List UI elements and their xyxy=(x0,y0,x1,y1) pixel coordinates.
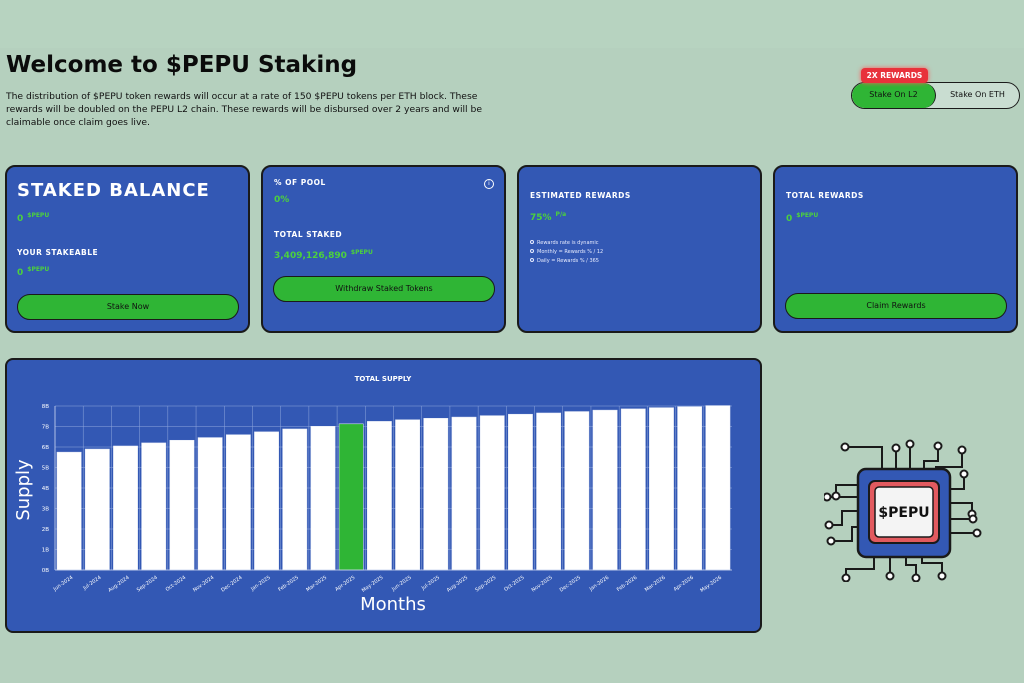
note-item: Rewards rate is dynamic xyxy=(530,239,603,248)
y-tick-label: 3B xyxy=(42,507,49,513)
bar xyxy=(536,412,562,571)
x-tick-label: May-2025 xyxy=(361,575,385,594)
y-tick-label: 2B xyxy=(42,527,49,533)
total-rewards-value: 0 $PEPU xyxy=(786,212,819,224)
bar xyxy=(705,405,731,571)
pool-percent-label: % OF POOL xyxy=(274,178,326,187)
bar xyxy=(141,442,167,571)
x-tick-label: Jul-2025 xyxy=(420,575,441,592)
bar xyxy=(479,415,505,571)
x-tick-label: Feb-2026 xyxy=(616,575,639,593)
staked-balance-title: STAKED BALANCE xyxy=(17,180,210,201)
stake-now-button[interactable]: Stake Now xyxy=(17,294,239,320)
stakeable-value: 0 $PEPU xyxy=(17,266,50,278)
x-tick-label: Sep-2024 xyxy=(136,575,159,594)
stake-on-eth-tab[interactable]: Stake On ETH xyxy=(936,83,1019,108)
chart-title: TOTAL SUPPLY xyxy=(355,375,413,383)
rewards-notes: Rewards rate is dynamic Monthly = Reward… xyxy=(530,239,603,266)
y-tick-label: 4B xyxy=(42,486,49,492)
pool-percent-value: 0% xyxy=(274,195,290,205)
y-tick-label: 8B xyxy=(42,404,49,410)
bar xyxy=(451,416,477,571)
stakeable-label: YOUR STAKEABLE xyxy=(17,248,99,257)
total-staked-label: TOTAL STAKED xyxy=(274,230,343,239)
x-tick-label: Jun-2025 xyxy=(390,575,413,593)
estimated-rewards-value: 75% P/a xyxy=(530,211,567,223)
stake-on-l2-tab[interactable]: Stake On L2 xyxy=(852,83,936,108)
total-supply-chart-card: TOTAL SUPPLY 0B 1B 2B 3B 4B 5B 6B 7B 8B Jun-2024 Ju… xyxy=(5,358,762,633)
estimated-rewards-card: ESTIMATED REWARDS 75% P/a Rewards rate is… xyxy=(517,165,762,333)
x-tick-label: Apr-2025 xyxy=(334,575,356,593)
bar xyxy=(338,423,364,571)
pool-card: % OF POOL i 0% TOTAL STAKED 3,409,126,89… xyxy=(261,165,506,333)
page-description: The distribution of $PEPU token rewards … xyxy=(6,91,483,128)
bar xyxy=(225,434,251,571)
bullet-icon xyxy=(530,249,534,253)
bar xyxy=(169,439,195,571)
rewards-badge: 2X REWARDS xyxy=(861,68,928,83)
note-item: Monthly = Rewards % / 12 xyxy=(530,248,603,257)
x-tick-label: Nov-2025 xyxy=(531,575,554,594)
bar xyxy=(423,418,449,571)
bar xyxy=(592,409,618,571)
bar xyxy=(649,407,674,571)
x-tick-label: Oct-2024 xyxy=(165,575,187,593)
bar xyxy=(197,437,223,571)
x-tick-label: Mar-2026 xyxy=(644,575,667,593)
x-tick-label: Dec-2024 xyxy=(220,575,243,594)
bar xyxy=(56,451,82,571)
x-tick-label: Apr-2026 xyxy=(673,575,695,593)
supply-chart: TOTAL SUPPLY 0B 1B 2B 3B 4B 5B 6B 7B 8B Jun-2024 Ju… xyxy=(13,375,732,615)
x-tick-label: Jan-2025 xyxy=(249,575,271,593)
info-icon[interactable]: i xyxy=(484,179,494,189)
y-tick-label: 1B xyxy=(42,548,49,554)
bar xyxy=(620,408,646,571)
x-tick-label: Jul-2024 xyxy=(81,575,102,592)
staked-balance-card: STAKED BALANCE 0 $PEPU YOUR STAKEABLE 0 $P… xyxy=(5,165,250,333)
bullet-icon xyxy=(530,258,534,262)
bar xyxy=(310,426,336,571)
bar xyxy=(113,445,138,571)
claim-rewards-button[interactable]: Claim Rewards xyxy=(785,293,1007,319)
y-tick-label: 0B xyxy=(42,568,49,574)
bar xyxy=(84,448,110,571)
total-staked-value: 3,409,126,890 $PEPU xyxy=(274,249,373,261)
toggle-track: Stake On L2 Stake On ETH xyxy=(851,82,1020,109)
x-tick-label: Feb-2025 xyxy=(277,575,300,593)
chip-label: $PEPU xyxy=(878,505,929,521)
x-tick-label: Jan-2026 xyxy=(588,575,610,593)
x-tick-label: Dec-2025 xyxy=(559,575,582,594)
x-tick-label: Aug-2024 xyxy=(107,575,130,594)
total-rewards-label: TOTAL REWARDS xyxy=(786,191,864,200)
x-tick-label: Sep-2025 xyxy=(474,575,497,594)
y-axis-label: Supply xyxy=(13,459,34,521)
bar xyxy=(395,419,420,571)
y-tick-label: 6B xyxy=(42,445,49,451)
bar xyxy=(677,406,703,571)
x-tick-label: Jun-2024 xyxy=(52,575,75,593)
pepu-chip-icon: $PEPU xyxy=(824,439,982,582)
top-band xyxy=(0,0,1024,48)
bar xyxy=(508,413,533,571)
withdraw-button[interactable]: Withdraw Staked Tokens xyxy=(273,276,495,302)
page-title: Welcome to $PEPU Staking xyxy=(6,52,358,78)
y-tick-label: 5B xyxy=(42,466,49,472)
y-tick-label: 7B xyxy=(42,425,49,431)
note-item: Daily = Rewards % / 365 xyxy=(530,257,603,266)
bar xyxy=(367,421,392,571)
bar xyxy=(564,411,590,571)
staked-balance-value: 0 $PEPU xyxy=(17,212,50,224)
estimated-rewards-label: ESTIMATED REWARDS xyxy=(530,191,631,200)
x-tick-label: Aug-2025 xyxy=(446,575,469,594)
bullet-icon xyxy=(530,240,534,244)
x-tick-label: Nov-2024 xyxy=(192,575,215,594)
chain-toggle: Stake On L2 Stake On ETH 2X REWARDS xyxy=(851,68,1020,110)
x-axis-label: Months xyxy=(360,594,426,615)
total-rewards-card: TOTAL REWARDS 0 $PEPU Claim Rewards xyxy=(773,165,1018,333)
x-tick-label: May-2026 xyxy=(699,575,723,594)
bar xyxy=(254,431,279,571)
x-tick-label: Mar-2025 xyxy=(305,575,328,593)
bar xyxy=(282,428,308,571)
x-tick-label: Oct-2025 xyxy=(503,575,525,593)
